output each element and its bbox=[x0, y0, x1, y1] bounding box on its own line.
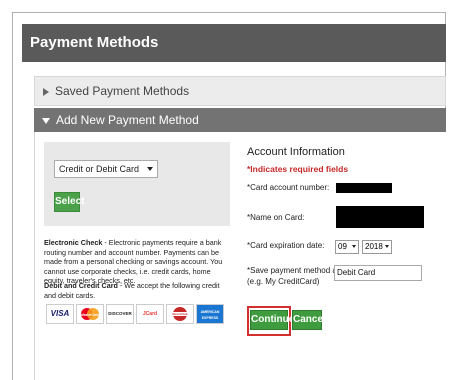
diners-club-logo: DinersClub bbox=[166, 304, 194, 324]
diners-club-text: DinersClub bbox=[173, 312, 188, 316]
required-fields-note: *Indicates required fields bbox=[247, 164, 349, 174]
visa-logo: VISA bbox=[46, 304, 74, 324]
select-button[interactable]: Select bbox=[54, 192, 84, 212]
payment-type-box bbox=[44, 142, 230, 226]
discover-logo: DISCOVER bbox=[106, 304, 134, 324]
card-number-field-redacted[interactable] bbox=[336, 183, 392, 193]
expiration-date-label: *Card expiration date: bbox=[247, 241, 325, 250]
name-on-card-field-redacted[interactable] bbox=[336, 206, 424, 228]
mastercard-logo: MasterCard bbox=[76, 304, 104, 324]
name-on-card-label: *Name on Card: bbox=[247, 213, 305, 222]
saved-payment-methods-toggle[interactable]: Saved Payment Methods bbox=[34, 76, 446, 106]
save-as-input[interactable]: Debit Card bbox=[334, 265, 422, 281]
triangle-down-icon bbox=[42, 117, 50, 124]
expiration-year-select[interactable]: 2018 bbox=[362, 240, 392, 254]
expiration-month-value: 09 bbox=[338, 242, 347, 251]
continue-button[interactable]: Continue bbox=[250, 310, 294, 330]
debit-credit-description: Debit and Credit Card - We accept the fo… bbox=[44, 281, 232, 300]
add-new-payment-method-label: Add New Payment Method bbox=[56, 113, 199, 127]
mastercard-text: MasterCard bbox=[81, 313, 99, 317]
save-as-label: *Save payment method as: bbox=[247, 266, 344, 275]
cancel-button[interactable]: Cancel bbox=[292, 310, 326, 330]
expiration-month-select[interactable]: 09 bbox=[335, 240, 359, 254]
mastercard-icon: MasterCard bbox=[81, 308, 99, 320]
page-title: Payment Methods bbox=[22, 24, 446, 62]
amex-logo: AMERICAN EXPRESS bbox=[196, 304, 224, 324]
electronic-check-description: Electronic Check - Electronic payments r… bbox=[44, 238, 232, 286]
jcard-logo: JCard bbox=[136, 304, 164, 324]
expiration-year-value: 2018 bbox=[365, 242, 383, 251]
saved-payment-methods-label: Saved Payment Methods bbox=[55, 84, 190, 98]
diners-club-icon: DinersClub bbox=[171, 307, 189, 321]
payment-type-selected: Credit or Debit Card bbox=[59, 164, 140, 174]
debit-credit-title: Debit and Credit Card bbox=[44, 281, 118, 290]
triangle-right-icon bbox=[43, 87, 49, 96]
electronic-check-title: Electronic Check bbox=[44, 238, 103, 247]
chevron-down-icon bbox=[147, 167, 153, 171]
add-new-payment-method-toggle[interactable]: Add New Payment Method bbox=[34, 108, 446, 132]
account-information-title: Account Information bbox=[247, 146, 345, 158]
chevron-down-icon bbox=[385, 245, 389, 248]
payment-type-select[interactable]: Credit or Debit Card bbox=[54, 160, 158, 178]
save-as-hint: (e.g. My CreditCard) bbox=[247, 277, 320, 286]
chevron-down-icon bbox=[352, 245, 356, 248]
card-number-label: *Card account number: bbox=[247, 183, 330, 192]
